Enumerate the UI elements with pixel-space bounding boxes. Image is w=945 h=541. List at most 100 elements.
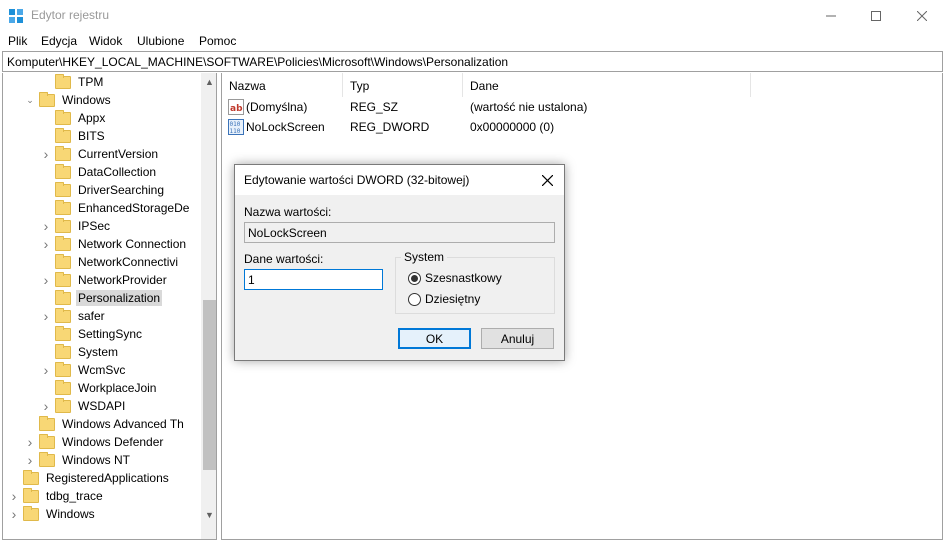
tree-node[interactable]: › CurrentVersion	[40, 145, 160, 163]
tree-node-label: Network Connection	[78, 237, 187, 251]
address-bar[interactable]: Komputer\HKEY_LOCAL_MACHINE\SOFTWARE\Pol…	[2, 51, 943, 72]
tree-node[interactable]: › Network Connection	[40, 235, 188, 253]
hex-radio-option[interactable]: Szesnastkowy	[408, 270, 502, 286]
menu-view[interactable]: Widok	[89, 34, 122, 48]
decimal-radio-option[interactable]: Dziesiętny	[408, 291, 480, 307]
tree-node-label: Windows	[62, 93, 111, 107]
tree-node[interactable]: › WcmSvc	[40, 361, 127, 379]
close-button[interactable]	[899, 0, 945, 31]
tree-node[interactable]: System	[40, 343, 120, 361]
scrollbar-thumb[interactable]	[203, 300, 216, 470]
value-data: (wartość nie ustalona)	[470, 100, 588, 114]
value-name: (Domyślna)	[246, 100, 308, 114]
chevron-right-icon[interactable]: ›	[40, 271, 52, 289]
tree-node[interactable]: › NetworkProvider	[40, 271, 169, 289]
hex-radio[interactable]	[408, 271, 421, 285]
tree-node[interactable]: › IPSec	[40, 217, 112, 235]
cancel-button[interactable]: Anuluj	[481, 328, 554, 349]
maximize-button[interactable]	[853, 0, 899, 31]
tree-node-label: Windows NT	[62, 453, 131, 467]
folder-icon	[55, 289, 71, 305]
value-data-label: Dane wartości:	[244, 252, 324, 266]
menu-edit[interactable]: Edycja	[41, 34, 77, 48]
tree-node[interactable]: BITS	[40, 127, 107, 145]
tree-node[interactable]: TPM	[40, 73, 105, 91]
tree-scrollbar[interactable]: ▲ ▼	[201, 73, 216, 539]
hex-radio-label: Szesnastkowy	[425, 271, 502, 285]
dialog-close-button[interactable]	[538, 171, 556, 189]
tree-node[interactable]: DataCollection	[40, 163, 158, 181]
base-group-title: System	[401, 250, 448, 264]
chevron-right-icon[interactable]: ›	[24, 451, 36, 469]
close-icon	[541, 174, 553, 186]
column-header-data[interactable]: Dane	[463, 73, 751, 97]
folder-icon	[55, 145, 71, 161]
menu-favorites[interactable]: Ulubione	[137, 34, 184, 48]
folder-icon	[55, 271, 71, 287]
minimize-button[interactable]	[808, 0, 854, 31]
tree-node[interactable]: Windows Advanced Th	[24, 415, 186, 433]
value-name-label: Nazwa wartości:	[244, 205, 332, 219]
chevron-right-icon[interactable]: ›	[40, 217, 52, 235]
tree-node-label: BITS	[78, 129, 105, 143]
tree-node[interactable]: › WSDAPI	[40, 397, 127, 415]
chevron-right-icon[interactable]: ›	[24, 433, 36, 451]
tree-node[interactable]: › safer	[40, 307, 107, 325]
chevron-right-icon[interactable]: ›	[40, 145, 52, 163]
tree-node-label: tdbg_trace	[46, 489, 103, 503]
tree-node[interactable]: WorkplaceJoin	[40, 379, 158, 397]
dialog-title: Edytowanie wartości DWORD (32-bitowej)	[244, 173, 470, 187]
ok-button[interactable]: OK	[398, 328, 471, 349]
chevron-right-icon[interactable]: ›	[8, 505, 20, 523]
tree-node[interactable]: EnhancedStorageDe	[40, 199, 191, 217]
scroll-up-icon[interactable]: ▲	[201, 73, 216, 90]
chevron-down-icon[interactable]: ⌄	[24, 91, 36, 109]
folder-icon	[55, 343, 71, 359]
list-row[interactable]: ab (Domyślna) REG_SZ (wartość nie ustalo…	[222, 97, 943, 117]
tree-node-label: SettingSync	[78, 327, 143, 341]
folder-icon	[23, 469, 39, 485]
tree-node[interactable]: › Windows NT	[24, 451, 132, 469]
scroll-down-icon[interactable]: ▼	[201, 506, 216, 523]
chevron-right-icon[interactable]: ›	[40, 361, 52, 379]
svg-text:ab: ab	[230, 104, 243, 114]
chevron-right-icon[interactable]: ›	[40, 397, 52, 415]
column-header-name[interactable]: Nazwa	[222, 73, 343, 97]
tree-node[interactable]: SettingSync	[40, 325, 144, 343]
menu-file[interactable]: Plik	[8, 34, 27, 48]
tree-node[interactable]: › Windows Defender	[24, 433, 165, 451]
column-header-type[interactable]: Typ	[343, 73, 463, 97]
window-title: Edytor rejestru	[31, 8, 110, 22]
tree-node[interactable]: Appx	[40, 109, 107, 127]
folder-icon	[55, 199, 71, 215]
list-header: Nazwa Typ Dane	[222, 73, 943, 97]
tree-node[interactable]: › Windows	[8, 505, 97, 523]
chevron-right-icon[interactable]: ›	[8, 487, 20, 505]
tree-node[interactable]: › tdbg_trace	[8, 487, 105, 505]
folder-icon	[23, 487, 39, 503]
registry-tree: TPM ⌄ Windows Appx BITS › CurrentVersion DataCo…	[2, 73, 217, 540]
tree-node[interactable]: Personalization	[40, 289, 163, 307]
tree-node[interactable]: NetworkConnectivi	[40, 253, 180, 271]
dialog-title-bar: Edytowanie wartości DWORD (32-bitowej)	[235, 165, 564, 195]
chevron-right-icon[interactable]: ›	[40, 235, 52, 253]
tree-node[interactable]: DriverSearching	[40, 181, 166, 199]
folder-icon	[55, 73, 71, 89]
chevron-right-icon[interactable]: ›	[40, 307, 52, 325]
list-row[interactable]: 010 110 NoLockScreen REG_DWORD 0x0000000…	[222, 117, 943, 137]
tree-node[interactable]: RegisteredApplications	[8, 469, 171, 487]
menu-help[interactable]: Pomoc	[199, 34, 236, 48]
decimal-radio-label: Dziesiętny	[425, 292, 481, 306]
svg-text:010: 010	[230, 121, 241, 128]
edit-dword-dialog: Edytowanie wartości DWORD (32-bitowej) N…	[234, 164, 565, 361]
decimal-radio[interactable]	[408, 292, 421, 306]
svg-text:110: 110	[230, 128, 241, 135]
tree-node[interactable]: ⌄ Windows	[24, 91, 113, 109]
value-data-input[interactable]: 1	[244, 269, 383, 290]
